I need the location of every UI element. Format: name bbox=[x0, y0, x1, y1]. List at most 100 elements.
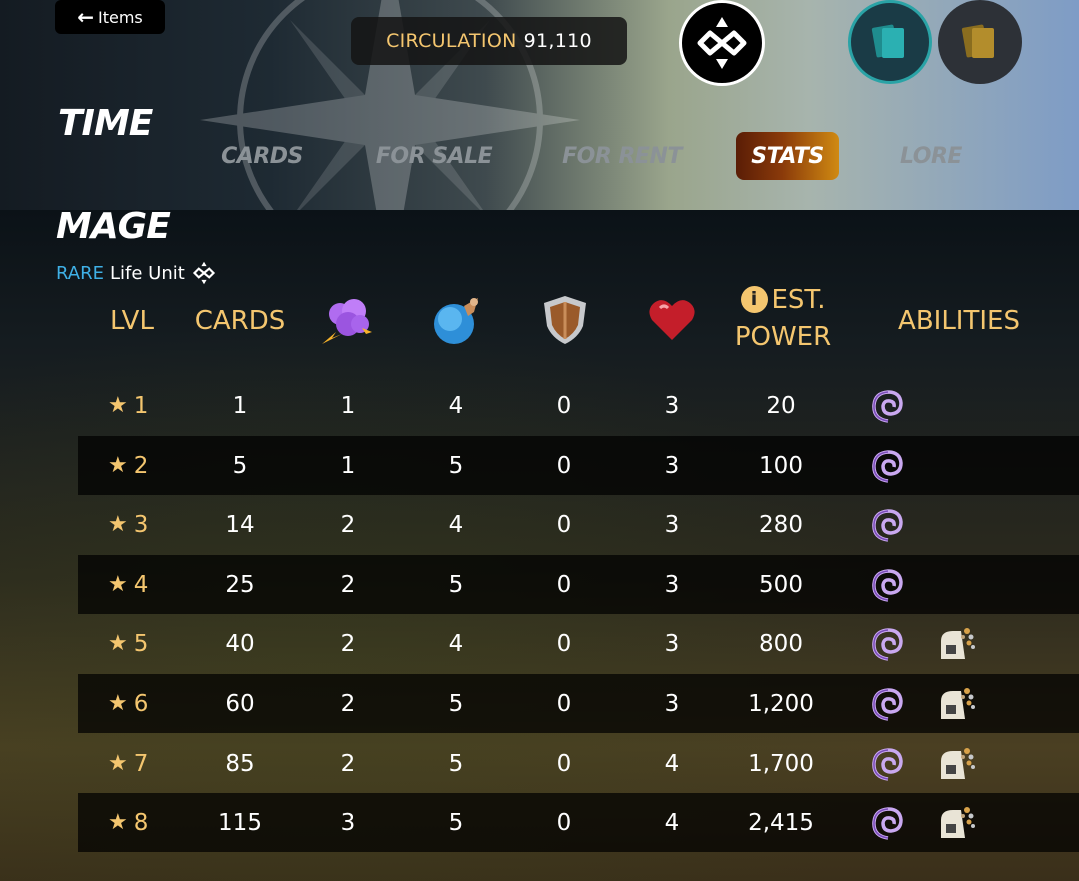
info-icon[interactable]: i bbox=[740, 286, 768, 313]
dispel-icon[interactable] bbox=[935, 802, 977, 844]
tab-cards[interactable]: CARDS bbox=[212, 132, 312, 180]
tab-for-rent[interactable]: FOR RENT bbox=[556, 132, 688, 180]
star-icon: ★ bbox=[108, 691, 128, 716]
cell-magic: 5 bbox=[448, 571, 464, 598]
column-header-est-power: i EST. POWER bbox=[728, 284, 838, 358]
cell-armor: 0 bbox=[556, 511, 572, 538]
affliction-icon[interactable] bbox=[867, 683, 909, 725]
table-row: ★ 1 1 1 4 0 3 20 bbox=[78, 376, 1079, 435]
mana-icon bbox=[322, 299, 372, 344]
cell-health: 3 bbox=[664, 571, 680, 598]
magic-icon bbox=[434, 298, 478, 344]
cell-power: 1,200 bbox=[748, 690, 814, 717]
cell-lvl: ★ 3 bbox=[108, 495, 178, 554]
column-header-cards: CARDS bbox=[194, 306, 286, 336]
table-row: ★ 4 25 2 5 0 3 500 bbox=[78, 555, 1079, 614]
affliction-icon[interactable] bbox=[867, 445, 909, 487]
cell-mana: 2 bbox=[340, 750, 356, 777]
cell-armor: 0 bbox=[556, 452, 572, 479]
card-name: MAGE bbox=[56, 206, 171, 247]
gold-cards-toggle-button[interactable] bbox=[938, 0, 1022, 84]
tab-stats[interactable]: STATS bbox=[736, 132, 839, 180]
cell-power: 1,700 bbox=[748, 750, 814, 777]
arrow-left-icon: ← bbox=[77, 5, 94, 29]
est-power-line1: EST. bbox=[771, 285, 826, 315]
cell-mana: 2 bbox=[340, 511, 356, 538]
table-row: ★ 8 115 3 5 0 4 2,415 bbox=[78, 793, 1079, 852]
lvl-value: 8 bbox=[133, 809, 149, 836]
cell-health: 3 bbox=[664, 392, 680, 419]
affliction-icon[interactable] bbox=[867, 504, 909, 546]
circulation-badge: CIRCULATION 91,110 bbox=[351, 17, 627, 65]
affliction-icon[interactable] bbox=[867, 743, 909, 785]
column-header-lvl: LVL bbox=[110, 306, 154, 336]
card-type: Life Unit bbox=[109, 262, 185, 284]
star-icon: ★ bbox=[108, 572, 128, 597]
table-row: ★ 5 40 2 4 0 3 800 bbox=[78, 614, 1079, 673]
star-icon: ★ bbox=[108, 453, 128, 478]
star-icon: ★ bbox=[108, 631, 128, 656]
cell-lvl: ★ 8 bbox=[108, 793, 178, 852]
star-icon: ★ bbox=[108, 393, 128, 418]
cell-armor: 0 bbox=[556, 392, 572, 419]
affliction-icon[interactable] bbox=[867, 564, 909, 606]
card-subtitle: RARE Life Unit bbox=[56, 260, 217, 286]
cell-power: 20 bbox=[766, 392, 796, 419]
tab-lore[interactable]: LORE bbox=[890, 132, 972, 180]
dispel-icon[interactable] bbox=[935, 743, 977, 785]
cell-mana: 2 bbox=[340, 571, 356, 598]
back-to-items-button[interactable]: ← Items bbox=[55, 0, 165, 34]
affliction-icon[interactable] bbox=[867, 385, 909, 427]
set-title: TIME bbox=[58, 103, 153, 144]
cell-health: 4 bbox=[664, 750, 680, 777]
armor-icon bbox=[544, 296, 586, 344]
edition-logo-icon[interactable] bbox=[679, 0, 765, 86]
cell-lvl: ★ 7 bbox=[108, 734, 178, 793]
cell-lvl: ★ 1 bbox=[108, 376, 178, 435]
cell-magic: 4 bbox=[448, 511, 464, 538]
cell-magic: 5 bbox=[448, 690, 464, 717]
cell-health: 3 bbox=[664, 511, 680, 538]
cell-armor: 0 bbox=[556, 571, 572, 598]
cell-lvl: ★ 4 bbox=[108, 555, 178, 614]
table-row: ★ 2 5 1 5 0 3 100 bbox=[78, 436, 1079, 495]
cell-lvl: ★ 2 bbox=[108, 436, 178, 495]
lvl-value: 5 bbox=[133, 630, 149, 657]
cell-health: 3 bbox=[664, 452, 680, 479]
regular-cards-toggle-button[interactable] bbox=[848, 0, 932, 84]
lvl-value: 6 bbox=[133, 690, 149, 717]
dispel-icon[interactable] bbox=[935, 623, 977, 665]
back-button-label: Items bbox=[98, 7, 143, 27]
circulation-label: CIRCULATION bbox=[386, 30, 517, 52]
cell-magic: 5 bbox=[448, 750, 464, 777]
tab-for-sale[interactable]: FOR SALE bbox=[370, 132, 498, 180]
gold-card-icon bbox=[961, 24, 994, 58]
lvl-value: 2 bbox=[133, 452, 149, 479]
star-icon: ★ bbox=[108, 810, 128, 835]
table-row: ★ 7 85 2 5 0 4 1,700 bbox=[78, 734, 1079, 793]
star-icon: ★ bbox=[108, 512, 128, 537]
cell-power: 500 bbox=[759, 571, 803, 598]
cell-cards: 25 bbox=[225, 571, 255, 598]
affliction-icon[interactable] bbox=[867, 623, 909, 665]
lvl-value: 4 bbox=[133, 571, 149, 598]
table-row: ★ 3 14 2 4 0 3 280 bbox=[78, 495, 1079, 554]
table-row: ★ 6 60 2 5 0 3 1,200 bbox=[78, 674, 1079, 733]
cell-cards: 5 bbox=[232, 452, 248, 479]
cell-cards: 1 bbox=[232, 392, 248, 419]
cell-power: 2,415 bbox=[748, 809, 814, 836]
cell-armor: 0 bbox=[556, 690, 572, 717]
lvl-value: 1 bbox=[133, 392, 149, 419]
cell-power: 100 bbox=[759, 452, 803, 479]
dispel-icon[interactable] bbox=[935, 683, 977, 725]
affliction-icon[interactable] bbox=[867, 802, 909, 844]
cell-mana: 3 bbox=[340, 809, 356, 836]
lvl-value: 7 bbox=[133, 750, 149, 777]
cell-cards: 115 bbox=[218, 809, 262, 836]
cell-cards: 14 bbox=[225, 511, 255, 538]
cell-health: 3 bbox=[664, 690, 680, 717]
cell-magic: 5 bbox=[448, 809, 464, 836]
star-icon: ★ bbox=[108, 751, 128, 776]
cell-armor: 0 bbox=[556, 750, 572, 777]
column-header-abilities: ABILITIES bbox=[898, 306, 1020, 336]
